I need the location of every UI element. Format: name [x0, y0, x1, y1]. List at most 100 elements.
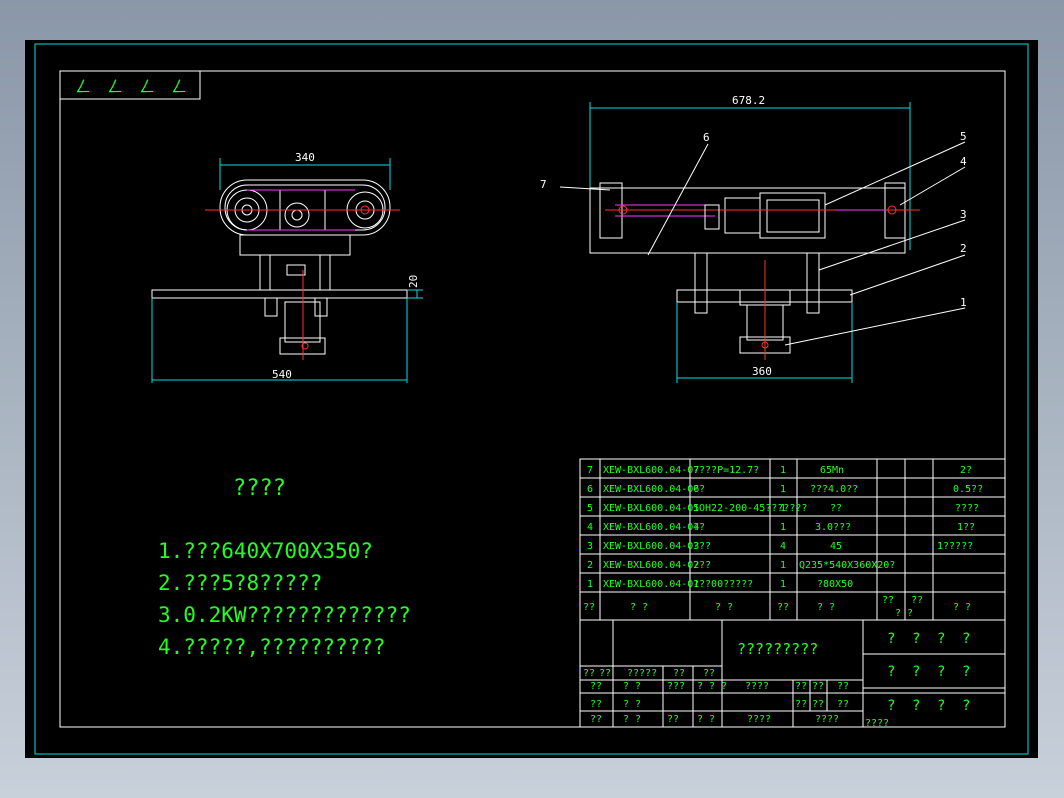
balloon-5: 5	[960, 130, 967, 143]
svg-text:?: ?	[962, 631, 970, 647]
drawing-svg: ㄥ ㄥ ㄥ ㄥ 340 540 20 678.2 360 7 6 5 4 3 2…	[34, 43, 1029, 755]
svg-text:?: ?	[887, 631, 895, 647]
svg-text:??: ??	[667, 714, 679, 725]
svg-text:????: ????	[745, 681, 769, 692]
title-block: ????????? ? ? ? ? ? ? ? ? ? ? ? ? ?? ?? …	[579, 619, 1006, 729]
svg-text:??: ??	[882, 595, 894, 606]
corner-marks: ㄥ ㄥ ㄥ ㄥ	[75, 77, 187, 96]
titleblock-title: ?????????	[737, 640, 818, 658]
svg-text:????: ????	[955, 503, 979, 514]
corner-mark: ㄥ	[171, 77, 187, 96]
bom-row: 2 XEW-BXL600.04-02 ??? 1 Q235*540X360X20…	[587, 560, 895, 571]
svg-text:????P=12.7?: ????P=12.7?	[693, 465, 759, 476]
svg-text:????: ????	[865, 718, 889, 729]
svg-text:? ? ?: ? ? ?	[697, 681, 727, 692]
svg-text:7: 7	[587, 465, 593, 476]
balloon-2: 2	[960, 242, 967, 255]
svg-text:??: ??	[777, 602, 789, 613]
svg-text:1: 1	[780, 503, 786, 514]
corner-mark: ㄥ	[75, 77, 91, 96]
svg-text:XEW-BXL600.04-06: XEW-BXL600.04-06	[603, 484, 699, 495]
dim-front-bottom: 540	[272, 368, 292, 381]
svg-text:?: ?	[962, 698, 970, 714]
svg-text:??: ??	[590, 681, 602, 692]
svg-text:?: ?	[912, 698, 920, 714]
svg-text:2: 2	[587, 560, 593, 571]
svg-text:? ?: ? ?	[630, 602, 648, 613]
corner-mark: ㄥ	[139, 77, 155, 96]
svg-text:??: ??	[830, 503, 842, 514]
titleblock-small-labels: ?? ?? ????? ?? ?? ?? ? ? ??? ? ? ? ???? …	[583, 668, 889, 729]
svg-text:2?: 2?	[960, 465, 972, 476]
bom-header: ?? ? ? ? ? ?? ? ? ?? ?? ? ? ? ?	[583, 595, 971, 619]
note-line-2: 2.???5?8?????	[158, 571, 322, 595]
balloon-4: 4	[960, 155, 967, 168]
svg-text:4: 4	[587, 522, 593, 533]
svg-text:Q235*540X360X20?: Q235*540X360X20?	[799, 560, 895, 571]
svg-text:?: ?	[912, 664, 920, 680]
note-line-1: 1.???640X700X350?	[158, 539, 373, 563]
svg-text:45: 45	[830, 541, 842, 552]
svg-text:??: ??	[583, 602, 595, 613]
svg-text:?????: ?????	[627, 668, 657, 679]
svg-text:?: ?	[937, 631, 945, 647]
svg-text:???: ???	[667, 681, 685, 692]
svg-text:3.0???: 3.0???	[815, 522, 851, 533]
corner-mark: ㄥ	[107, 77, 123, 96]
notes-title: ????	[233, 476, 286, 501]
bom-row: 5 XEW-BXL600.04-05 1ОН22-200-45??????? 1…	[587, 503, 979, 514]
svg-text:1: 1	[587, 579, 593, 590]
svg-text:?80X50: ?80X50	[817, 579, 853, 590]
balloon-7: 7	[540, 178, 547, 191]
svg-text:1: 1	[780, 560, 786, 571]
svg-text:???00?????: ???00?????	[693, 579, 753, 590]
bom-row: 1 XEW-BXL600.04-01 ???00????? 1 ?80X50	[587, 579, 853, 590]
front-view: 340 540 20	[151, 151, 423, 383]
svg-text:? ?: ? ?	[623, 699, 641, 710]
svg-text:??: ??	[837, 681, 849, 692]
svg-text:XEW-BXL600.04-01: XEW-BXL600.04-01	[603, 579, 699, 590]
svg-text:0.5??: 0.5??	[953, 484, 983, 495]
note-line-3: 3.0.2KW?????????????	[158, 603, 411, 627]
note-line-4: 4.?????,??????????	[158, 635, 386, 659]
balloon-6: 6	[703, 131, 710, 144]
dim-side-bottom: 360	[752, 365, 772, 378]
svg-text:?: ?	[887, 664, 895, 680]
svg-text:65Mn: 65Mn	[820, 465, 844, 476]
side-view: 678.2 360	[589, 94, 920, 383]
svg-text:??: ??	[590, 714, 602, 725]
svg-text:XEW-BXL600.04-05: XEW-BXL600.04-05	[603, 503, 699, 514]
svg-text:????: ????	[747, 714, 771, 725]
svg-text:1?????: 1?????	[937, 541, 973, 552]
svg-text:XEW-BXL600.04-02: XEW-BXL600.04-02	[603, 560, 699, 571]
svg-text:5: 5	[587, 503, 593, 514]
svg-text:????: ????	[815, 714, 839, 725]
svg-text:??: ??	[599, 668, 611, 679]
svg-text:1: 1	[780, 579, 786, 590]
svg-text:4: 4	[780, 541, 786, 552]
cad-drawing-canvas[interactable]: ㄥ ㄥ ㄥ ㄥ 340 540 20 678.2 360 7 6 5 4 3 2…	[25, 40, 1038, 758]
svg-text:??: ??	[673, 668, 685, 679]
svg-text:? ?: ? ?	[895, 608, 913, 619]
svg-text:??: ??	[590, 699, 602, 710]
svg-text:??: ??	[812, 699, 824, 710]
dim-side-top: 678.2	[732, 94, 765, 107]
svg-text:? ?: ? ?	[623, 681, 641, 692]
svg-text:XEW-BXL600.04-03: XEW-BXL600.04-03	[603, 541, 699, 552]
svg-text:??: ??	[693, 484, 705, 495]
svg-text:1: 1	[780, 465, 786, 476]
svg-text:??: ??	[703, 668, 715, 679]
svg-text:?: ?	[962, 664, 970, 680]
svg-text:??: ??	[911, 595, 923, 606]
svg-text:?: ?	[887, 698, 895, 714]
dim-front-height: 20	[407, 275, 420, 288]
svg-text:? ?: ? ?	[623, 714, 641, 725]
svg-text:1ОН22-200-45???????: 1ОН22-200-45???????	[693, 503, 807, 514]
svg-text:3: 3	[587, 541, 593, 552]
svg-text:???4.0??: ???4.0??	[810, 484, 858, 495]
titleblock-right-cells: ? ? ? ? ? ? ? ? ? ? ? ?	[887, 631, 970, 714]
svg-text:??: ??	[583, 668, 595, 679]
svg-text:???: ???	[693, 560, 711, 571]
bom-row: 4 XEW-BXL600.04-04 ?? 1 3.0??? 1??	[587, 522, 975, 533]
svg-text:1: 1	[780, 484, 786, 495]
